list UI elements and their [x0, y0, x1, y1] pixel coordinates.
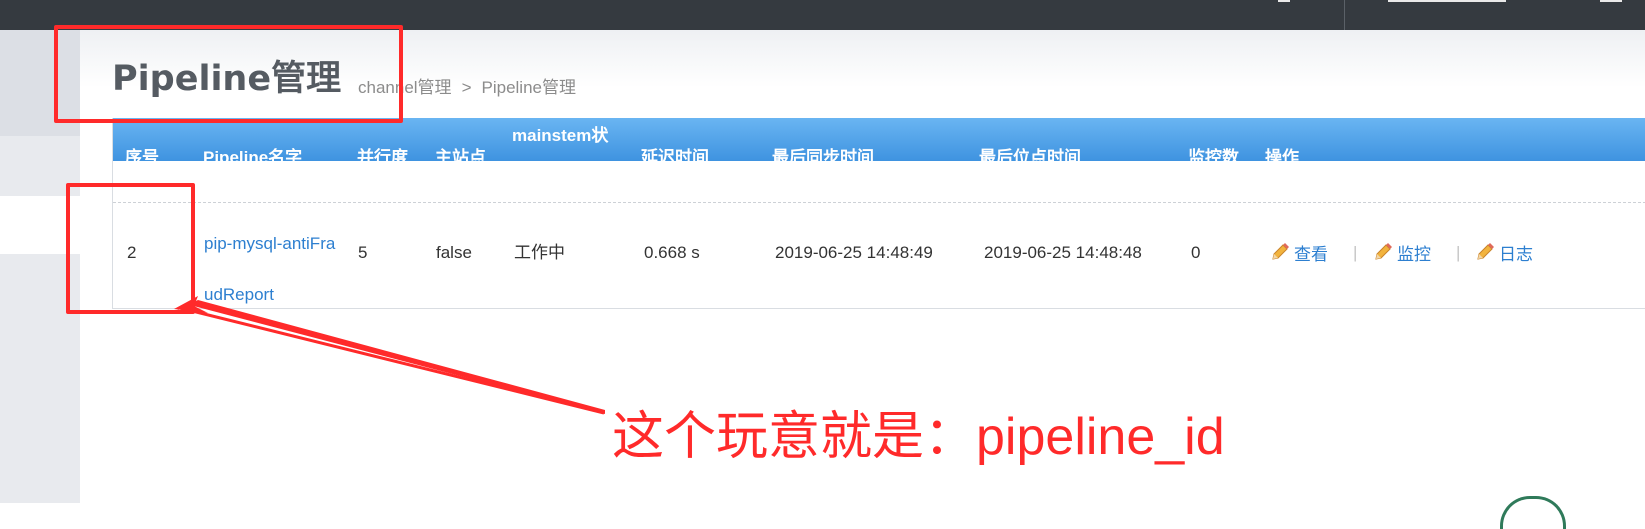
- annotation-text: 这个玩意就是：pipeline_id: [612, 408, 1225, 466]
